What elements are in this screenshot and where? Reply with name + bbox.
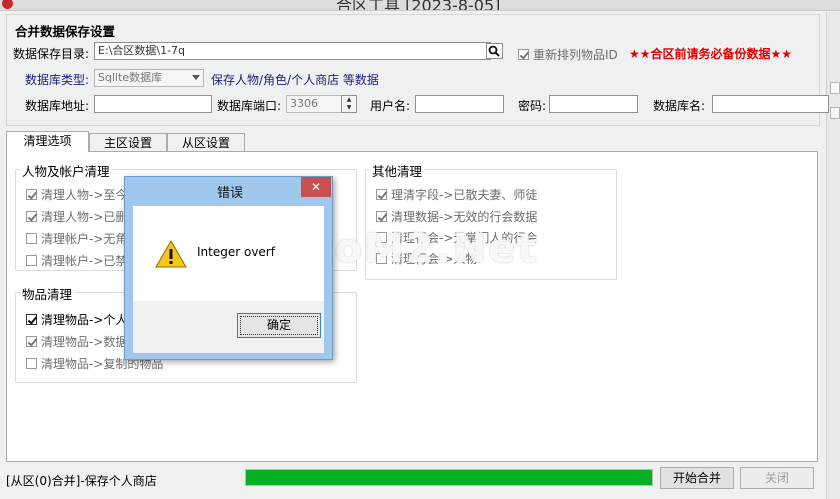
item-cleanup-title: 物品清理 [20,284,75,303]
error-dialog: 错误 ✕ Integer overf 确定 [124,176,333,360]
cleanup-checkbox[interactable]: 清理人物->已删 [26,208,127,225]
save-dir-input[interactable]: E:\合区数据\1-7q [94,42,491,60]
checkbox-label: 理清字段->已散夫妻、师徒 [391,188,538,202]
checkbox-box [376,189,387,200]
dialog-title: 错误 [217,186,244,201]
window-title-bar: 合区工具 [2023-8-05] [0,0,840,11]
warning-icon [155,240,187,268]
cleanup-checkbox[interactable]: 清理数据->无效的行会数据 [376,208,537,225]
close-button[interactable]: 关闭 [740,467,814,489]
username-input[interactable] [415,95,504,113]
db-name-label: 数据库名: [653,99,706,113]
password-input[interactable] [549,95,638,113]
chevron-down-icon [192,75,200,80]
settings-heading: 合并数据保存设置 [15,24,116,39]
checkbox-box [376,211,387,222]
cleanup-checkbox[interactable]: 清理物品->个人 [26,311,127,328]
checkbox-label: 清理行会->无掌门人的行会 [391,231,538,245]
merge-progress-bar [245,469,653,486]
cleanup-checkbox[interactable]: 清理物品->数据 [26,333,127,350]
db-port-label: 数据库端口: [217,99,282,113]
checkbox-box [26,255,37,266]
search-icon [488,45,500,57]
scroll-nub[interactable] [830,107,840,119]
checkbox-label: 清理人物->已删 [41,210,128,224]
checkbox-label: 清理数据->无效的行会数据 [391,210,538,224]
checkbox-box [376,253,387,264]
start-merge-button[interactable]: 开始合并 [660,467,734,489]
checkbox-label: 清理人物->至今 [41,188,128,202]
db-type-select[interactable]: Sqlite数据库 [94,69,204,87]
dialog-close-button[interactable]: ✕ [301,177,331,197]
checkbox-box [26,211,37,222]
db-type-value: Sqlite数据库 [98,71,163,84]
app-icon [2,0,13,9]
checkbox-label: 清理帐户->已禁 [41,254,128,268]
tab-sub-server[interactable]: 从区设置 [167,133,245,151]
backup-warning: ★★合区前请务必备份数据★★ [629,47,793,61]
port-spinner[interactable]: ▲ ▼ [341,95,357,113]
right-edge-scroll-strip [826,12,840,499]
spin-down-icon[interactable]: ▼ [342,104,356,112]
cleanup-checkbox[interactable]: 清理帐户->无角 [26,230,127,247]
save-settings-section: 合并数据保存设置 数据保存目录: E:\合区数据\1-7q 重新排列物品ID ★… [6,14,829,126]
cleanup-checkbox[interactable]: 清理人物->至今 [26,186,127,203]
db-address-input[interactable] [94,95,212,113]
tab-cleanup-options[interactable]: 清理选项 [6,131,89,152]
checkbox-box [376,232,387,243]
spin-up-icon[interactable]: ▲ [342,96,356,104]
reorder-items-checkbox[interactable]: 重新排列物品ID [518,46,618,63]
username-label: 用户名: [370,99,411,113]
account-cleanup-title: 人物及帐户清理 [20,161,112,180]
password-label: 密码: [518,99,547,113]
db-type-label: 数据库类型: [25,73,90,87]
checkbox-box [26,358,37,369]
browse-button[interactable] [486,43,503,59]
other-cleanup-title: 其他清理 [370,161,425,180]
cleanup-checkbox[interactable]: 理清字段->已散夫妻、师徒 [376,186,537,203]
status-text: [从区(0)合并]-保存个人商店 [6,474,157,488]
scroll-nub[interactable] [830,82,840,94]
dialog-footer: 确定 [133,301,324,353]
dialog-ok-button[interactable]: 确定 [237,313,321,338]
checkbox-label: 清理行会->人物 [391,252,478,266]
dialog-message: Integer overf [197,245,275,259]
checkbox-box [26,314,37,325]
checkbox-label: 清理物品->数据 [41,335,128,349]
close-icon: ✕ [310,180,322,194]
progress-fill [246,470,652,485]
cleanup-checkbox[interactable]: 清理行会->无掌门人的行会 [376,229,537,246]
other-cleanup-group: 其他清理 理清字段->已散夫妻、师徒 清理数据->无效的行会数据 清理行会->无… [365,161,617,280]
checkbox-box [26,189,37,200]
checkbox-box [26,233,37,244]
db-name-input[interactable] [712,95,829,113]
dialog-title-bar[interactable]: 错误 ✕ [125,177,332,206]
checkbox-box [26,336,37,347]
tab-main-server[interactable]: 主区设置 [89,133,167,151]
reorder-items-label: 重新排列物品ID [533,48,618,62]
db-type-hint: 保存人物/角色/个人商店 等数据 [211,73,379,87]
window-title: 合区工具 [2023-8-05] [336,0,501,11]
save-dir-label: 数据保存目录: [13,47,90,61]
checkbox-box [518,49,529,60]
checkbox-label: 清理物品->个人 [41,313,128,327]
dialog-body: Integer overf [133,206,324,301]
cleanup-checkbox[interactable]: 清理帐户->已禁 [26,252,127,269]
db-address-label: 数据库地址: [25,99,90,113]
cleanup-checkbox[interactable]: 清理行会->人物 [376,250,477,267]
checkbox-label: 清理帐户->无角 [41,232,128,246]
db-port-input[interactable]: 3306 [286,95,342,113]
